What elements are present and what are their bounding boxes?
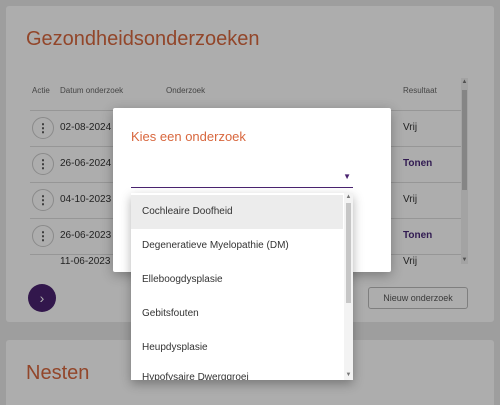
options-scrollbar-thumb[interactable] bbox=[346, 203, 351, 303]
caret-down-icon: ▼ bbox=[343, 172, 351, 181]
option-heupdysplasie[interactable]: Heupdysplasie bbox=[131, 331, 343, 365]
exam-options-list: Cochleaire Doofheid Degeneratieve Myelop… bbox=[131, 193, 353, 380]
exam-select[interactable]: ▼ bbox=[131, 168, 353, 188]
dialog-title: Kies een onderzoek bbox=[131, 129, 246, 144]
option-hypofysaire-dwerggroei[interactable]: Hypofysaire Dwerggroei bbox=[131, 361, 343, 380]
scroll-down-icon[interactable]: ▼ bbox=[344, 371, 353, 380]
option-gebitsfouten[interactable]: Gebitsfouten bbox=[131, 297, 343, 331]
options-scrollbar[interactable]: ▲ ▼ bbox=[344, 193, 353, 380]
option-degeneratieve-myelopathie[interactable]: Degeneratieve Myelopathie (DM) bbox=[131, 229, 343, 263]
option-elleboogdysplasie[interactable]: Elleboogdysplasie bbox=[131, 263, 343, 297]
scroll-up-icon[interactable]: ▲ bbox=[344, 193, 353, 202]
option-cochleaire-doofheid[interactable]: Cochleaire Doofheid bbox=[131, 195, 343, 229]
